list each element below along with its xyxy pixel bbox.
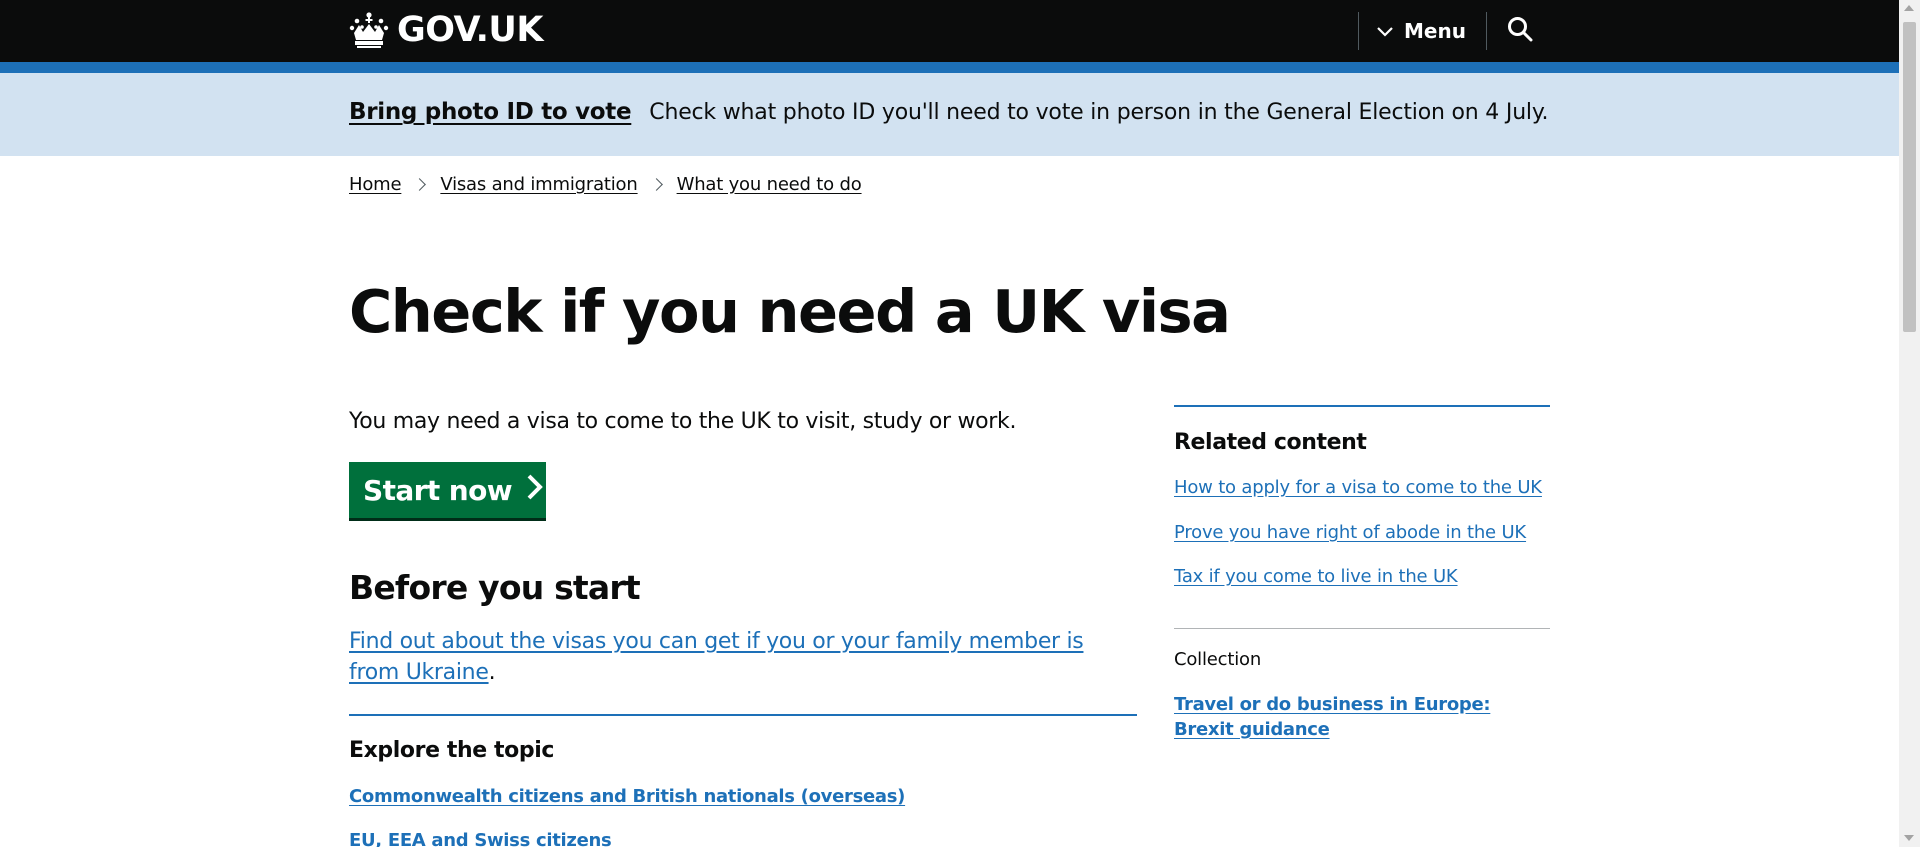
- sidebar-divider: [1174, 405, 1550, 407]
- related-link-right-of-abode[interactable]: Prove you have right of abode in the UK: [1174, 520, 1526, 546]
- scrollbar-thumb[interactable]: [1903, 22, 1916, 332]
- search-icon: [1507, 16, 1533, 46]
- related-link-apply-visa[interactable]: How to apply for a visa to come to the U…: [1174, 475, 1542, 501]
- header-divider: [1358, 12, 1359, 50]
- site-header: GOV.UK Menu: [0, 0, 1899, 62]
- explore-divider: [349, 714, 1137, 716]
- topic-link-eu-eea-swiss[interactable]: EU, EEA and Swiss citizens: [349, 828, 612, 847]
- header-divider: [1486, 12, 1487, 50]
- related-content-heading: Related content: [1174, 430, 1367, 455]
- related-link-tax[interactable]: Tax if you come to live in the UK: [1174, 564, 1458, 590]
- crown-icon: [349, 11, 389, 49]
- breadcrumb-what-you-need-to-do[interactable]: What you need to do: [677, 174, 862, 195]
- govuk-logo-link[interactable]: GOV.UK: [349, 8, 543, 52]
- logo-text: GOV.UK: [397, 10, 543, 50]
- before-you-start-heading: Before you start: [349, 568, 641, 607]
- menu-label: Menu: [1404, 19, 1466, 43]
- collection-label: Collection: [1174, 649, 1262, 670]
- ukraine-paragraph: Find out about the visas you can get if …: [349, 626, 1129, 688]
- ukraine-visas-link[interactable]: Find out about the visas you can get if …: [349, 629, 1084, 685]
- topic-link-commonwealth[interactable]: Commonwealth citizens and British nation…: [349, 784, 905, 810]
- start-button-label: Start now: [363, 473, 513, 507]
- breadcrumb-visas-and-immigration[interactable]: Visas and immigration: [440, 174, 637, 195]
- explore-topic-heading: Explore the topic: [349, 738, 554, 763]
- collection-divider: [1174, 628, 1550, 629]
- banner-text: Check what photo ID you'll need to vote …: [649, 100, 1549, 125]
- chevron-right-icon: [413, 178, 427, 191]
- breadcrumb: Home Visas and immigration What you need…: [349, 174, 862, 195]
- photo-id-link[interactable]: Bring photo ID to vote: [349, 99, 632, 125]
- collection-link-brexit[interactable]: Travel or do business in Europe: Brexit …: [1174, 692, 1514, 742]
- menu-button[interactable]: Menu: [1376, 13, 1466, 49]
- ukraine-suffix: .: [488, 660, 496, 685]
- lead-text: You may need a visa to come to the UK to…: [349, 409, 1017, 434]
- chevron-right-icon: [649, 178, 663, 191]
- scroll-up-arrow-icon[interactable]: [1904, 5, 1914, 11]
- chevron-down-icon: [1376, 13, 1394, 49]
- chevron-right-icon: [526, 474, 544, 507]
- scroll-down-arrow-icon[interactable]: [1904, 835, 1914, 841]
- search-button[interactable]: [1500, 13, 1540, 49]
- page-title: Check if you need a UK visa: [349, 277, 1231, 346]
- header-accent-bar: [0, 62, 1899, 73]
- breadcrumb-home[interactable]: Home: [349, 174, 402, 195]
- page-scrollbar[interactable]: [1899, 0, 1920, 847]
- start-now-button[interactable]: Start now: [349, 462, 546, 518]
- election-banner: Bring photo ID to vote Check what photo …: [0, 73, 1899, 156]
